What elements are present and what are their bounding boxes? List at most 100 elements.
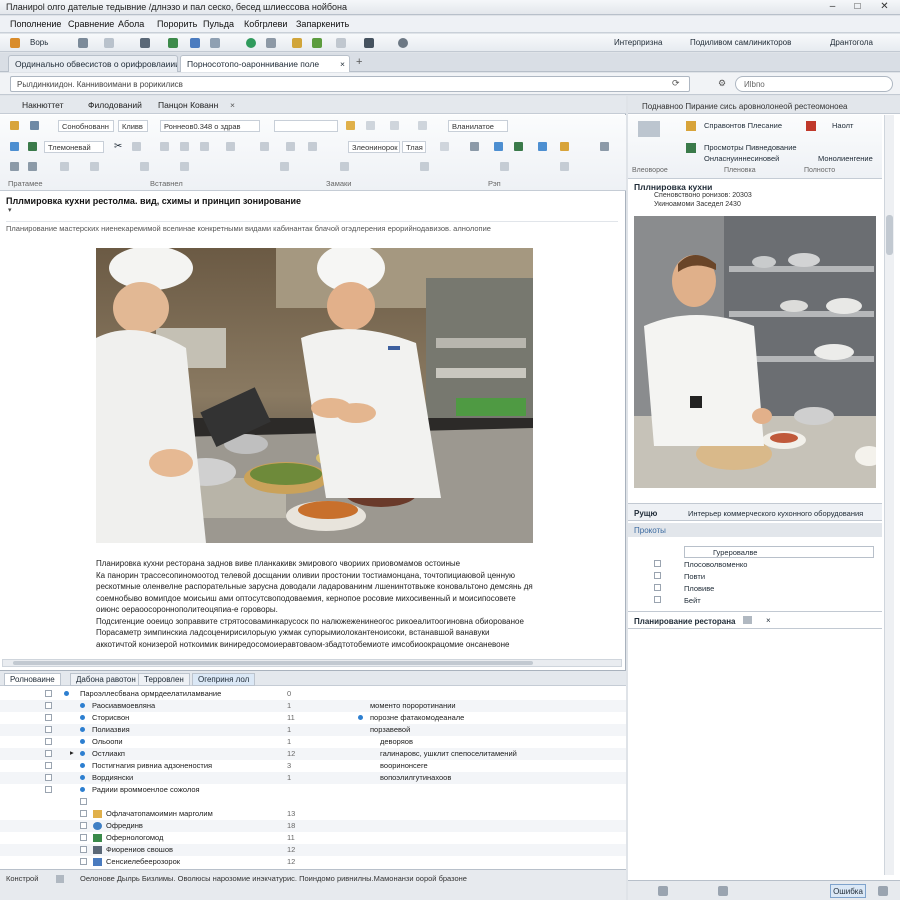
comment-icon[interactable] [514,142,523,151]
margins-icon[interactable] [500,162,509,171]
row-checkbox[interactable] [45,714,52,721]
empty-select[interactable] [274,120,338,132]
preview-item-4[interactable]: Наолт [832,121,853,130]
preview-scrollbar[interactable] [884,115,894,875]
row-checkbox[interactable] [80,834,87,841]
row-checkbox[interactable] [45,786,52,793]
row-checkbox[interactable] [80,798,87,805]
table-icon[interactable] [260,142,269,151]
project-item-5[interactable]: Бейт [684,596,701,605]
edit-icon[interactable] [686,121,696,131]
symbol-icon[interactable] [560,142,569,151]
table-row[interactable] [0,796,626,808]
row-checkbox[interactable] [45,690,52,697]
toolbar-right-2[interactable]: Подиливом самлиникторов [690,38,791,47]
preview-item-2[interactable]: Просмотры Пивнедование [704,143,797,152]
outline-tab-2[interactable]: Дабона равотон [70,673,142,686]
more-icon[interactable]: × [766,616,771,625]
alert-icon[interactable] [806,121,816,131]
settings-icon[interactable] [266,38,276,48]
bullets-icon[interactable] [160,142,169,151]
ribbon-tab-3[interactable]: Панцон Кованн [158,100,218,110]
app-icon[interactable] [10,38,20,48]
project-checkbox-2[interactable] [654,560,661,567]
doc-icon[interactable] [743,616,752,624]
row-checkbox[interactable] [80,810,87,817]
ruler-icon[interactable] [140,162,149,171]
expand-icon[interactable]: ▸ [70,748,74,757]
clipboard-icon[interactable] [366,121,375,130]
row-checkbox[interactable] [45,738,52,745]
tab-1[interactable]: Ординально обвесистов о орифровлаиии [8,55,178,72]
search-input[interactable]: Иlbпо [735,76,893,92]
outline-tab-4[interactable]: Огеприня лол [192,673,256,686]
table-row[interactable]: Офрединв 18 [0,820,626,832]
minimize-button[interactable]: – [824,1,841,13]
preview-item-5[interactable]: Монолиенгение [818,154,873,163]
menu-item-6[interactable]: Кобгрлеви [244,19,287,29]
project-select[interactable]: Гуреровалве [684,546,874,558]
table-row[interactable]: Офернологомод 11 [0,832,626,844]
brush-icon[interactable] [292,38,302,48]
maximize-button[interactable]: □ [849,1,866,13]
preview-icon[interactable] [638,121,660,137]
menu-item-1[interactable]: Пополнение [10,19,61,29]
pin-icon[interactable] [364,38,374,48]
table-row[interactable]: Радиии вроммоенлое сожолоя [0,784,626,796]
project-item-2[interactable]: Плосоволвоменко [684,560,747,569]
row-checkbox[interactable] [45,702,52,709]
menu-item-2[interactable]: Сравнение [68,19,114,29]
table-row[interactable]: Пароэллесбвана ормрдеелатиламвание 0 [0,688,626,700]
row-checkbox[interactable] [80,822,87,829]
table-row[interactable]: Раосиавмоевляна 1 моменто пороротинании [0,700,626,712]
effects-select[interactable]: Злеонинорок [348,141,400,153]
project-checkbox-4[interactable] [654,584,661,591]
wrap-icon[interactable] [340,162,349,171]
close-tab-icon[interactable]: × [340,59,345,69]
numbering-icon[interactable] [180,142,189,151]
copy-icon[interactable] [210,38,220,48]
table-row[interactable]: Офлачатопамоимин марголим 13 [0,808,626,820]
view-icon[interactable] [686,143,696,153]
shape-icon[interactable] [308,142,317,151]
project-item-3[interactable]: Повти [684,572,705,581]
table-row[interactable]: Ольоопи 1 деворяов [0,736,626,748]
preview-item-1[interactable]: Справонтов Плесание [704,121,782,130]
find-icon[interactable] [390,121,399,130]
row-checkbox[interactable] [80,846,87,853]
bookmark-icon[interactable] [494,142,503,151]
format-icon[interactable] [30,121,39,130]
tab-2[interactable]: Порносотопо-оароннивание поле × [180,55,350,72]
page-icon[interactable] [56,875,64,883]
collapse-icon[interactable]: ▾ [8,206,12,214]
document-title[interactable]: Пллмировка кухни рестолма. вид, схимы и … [6,196,301,206]
undo-icon[interactable] [10,162,19,171]
reload-icon[interactable] [104,38,114,48]
copy-icon[interactable] [132,142,141,151]
ribbon-tab-2[interactable]: Филодований [88,100,142,110]
puzzle-icon[interactable] [312,38,322,48]
paste-icon[interactable] [10,121,19,130]
style-select[interactable]: Сонобнованн [58,120,114,132]
redo-icon[interactable] [28,162,37,171]
sound-icon[interactable] [718,886,728,896]
row-checkbox[interactable] [45,726,52,733]
expand-icon[interactable] [600,142,609,151]
highlight-icon[interactable] [346,121,355,130]
template-select[interactable]: Тлемоневай [44,141,104,153]
save-icon[interactable] [190,38,200,48]
wifi-icon[interactable] [658,886,668,896]
table-row[interactable]: Сторисвон 11 порозне фатакомодеанале [0,712,626,724]
refresh-icon[interactable] [246,38,256,48]
table-row[interactable]: Постигнагия ривниа адзоненостия 3 воорин… [0,760,626,772]
align-icon[interactable] [226,142,235,151]
new-tab-icon[interactable]: + [356,56,362,68]
table-icon[interactable] [168,38,178,48]
grid-icon[interactable] [180,162,189,171]
page-icon[interactable] [78,38,88,48]
table-row[interactable]: Сенсиелебеерозорок 12 [0,856,626,868]
zoom-icon[interactable] [90,162,99,171]
row-checkbox[interactable] [80,858,87,865]
link-icon[interactable] [470,142,479,151]
project-checkbox-5[interactable] [654,596,661,603]
